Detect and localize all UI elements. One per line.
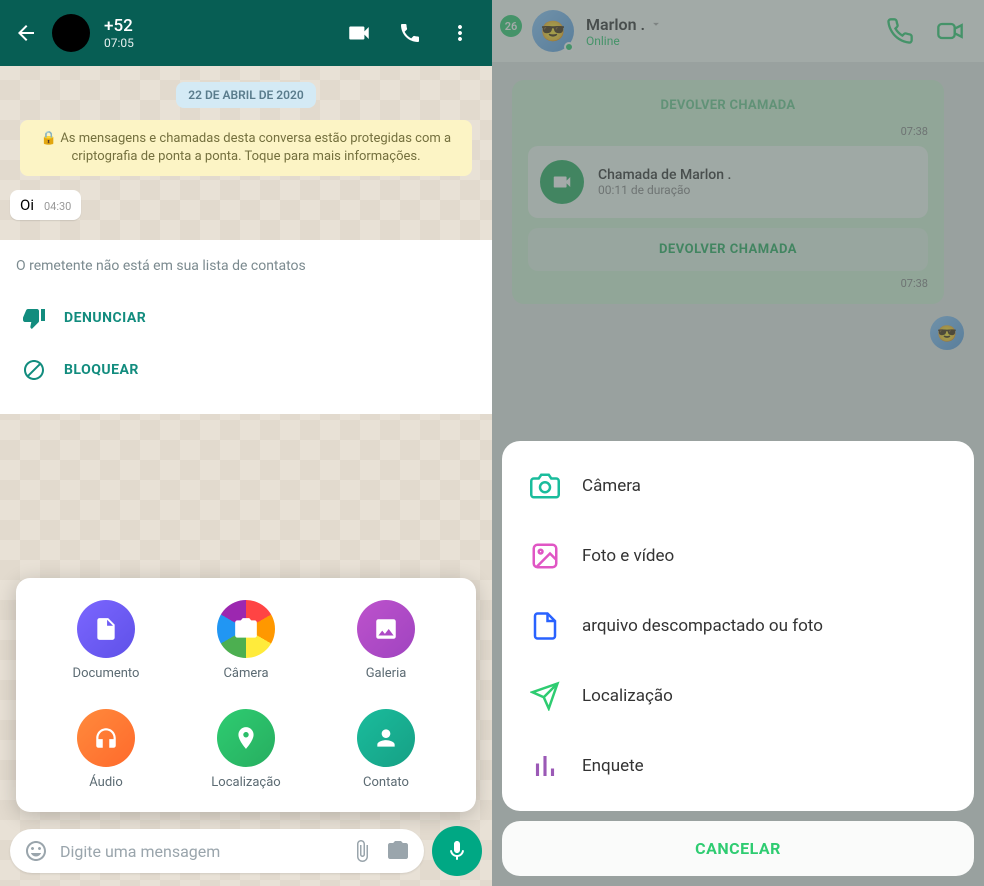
cancel-button[interactable]: CANCELAR [502,821,974,876]
attach-gallery[interactable]: Galeria [326,600,446,681]
date-label: 22 DE ABRIL DE 2020 [176,82,315,108]
unknown-sender-panel: O remetente não está em sua lista de con… [0,240,492,414]
document-icon [77,600,135,658]
attachment-action-sheet: Câmera Foto e vídeo arquivo descompactad… [502,441,974,886]
attach-audio[interactable]: Áudio [46,709,166,790]
back-icon[interactable] [14,21,38,45]
contact-avatar[interactable] [52,14,90,52]
contact-icon [357,709,415,767]
encryption-notice[interactable]: 🔒 As mensagens e chamadas desta conversa… [20,120,472,176]
location-arrow-icon [528,679,562,713]
photo-icon [528,539,562,573]
camera-input-icon[interactable] [386,839,410,863]
messenger-chat-screen: 26 😎 Marlon . Online DEVOLVER CHAMADA 07… [492,0,984,886]
input-bar: Digite uma mensagem [0,816,492,886]
block-icon [22,358,46,382]
attach-camera[interactable]: Câmera [186,600,306,681]
sheet-camera[interactable]: Câmera [502,451,974,521]
sheet-options: Câmera Foto e vídeo arquivo descompactad… [502,441,974,811]
report-button[interactable]: DENUNCIAR [16,292,476,344]
thumbs-down-icon [22,306,46,330]
message-time: 04:30 [44,200,71,213]
sheet-photo-video[interactable]: Foto e vídeo [502,521,974,591]
input-placeholder: Digite uma mensagem [60,842,338,861]
video-call-icon[interactable] [340,14,378,52]
whatsapp-chat-screen: +52 07:05 22 DE ABRIL DE 2020 🔒 As mensa… [0,0,492,886]
mic-icon [445,839,469,863]
voice-call-icon[interactable] [392,15,428,51]
contact-phone: +52 [104,16,326,36]
more-icon[interactable] [442,15,478,51]
unknown-sender-note: O remetente não está em sua lista de con… [16,258,476,274]
attach-icon[interactable] [350,839,374,863]
camera-icon [528,469,562,503]
attach-location[interactable]: Localização [186,709,306,790]
emoji-icon[interactable] [24,839,48,863]
chat-header: +52 07:05 [0,0,492,66]
incoming-message[interactable]: Oi 04:30 [10,190,81,220]
block-button[interactable]: BLOQUEAR [16,344,476,396]
audio-icon [77,709,135,767]
sheet-file[interactable]: arquivo descompactado ou foto [502,591,974,661]
mic-button[interactable] [432,826,482,876]
contact-last-seen: 07:05 [104,36,326,50]
file-icon [528,609,562,643]
message-input[interactable]: Digite uma mensagem [10,829,424,873]
sheet-poll[interactable]: Enquete [502,731,974,801]
message-text: Oi [20,196,34,214]
attachment-sheet: Documento Câmera Galeria Áudio Localizaç… [16,578,476,812]
attach-document[interactable]: Documento [46,600,166,681]
contact-info[interactable]: +52 07:05 [104,16,326,50]
attach-contact[interactable]: Contato [326,709,446,790]
location-icon [217,709,275,767]
poll-icon [528,749,562,783]
camera-icon [217,600,275,658]
gallery-icon [357,600,415,658]
sheet-location[interactable]: Localização [502,661,974,731]
